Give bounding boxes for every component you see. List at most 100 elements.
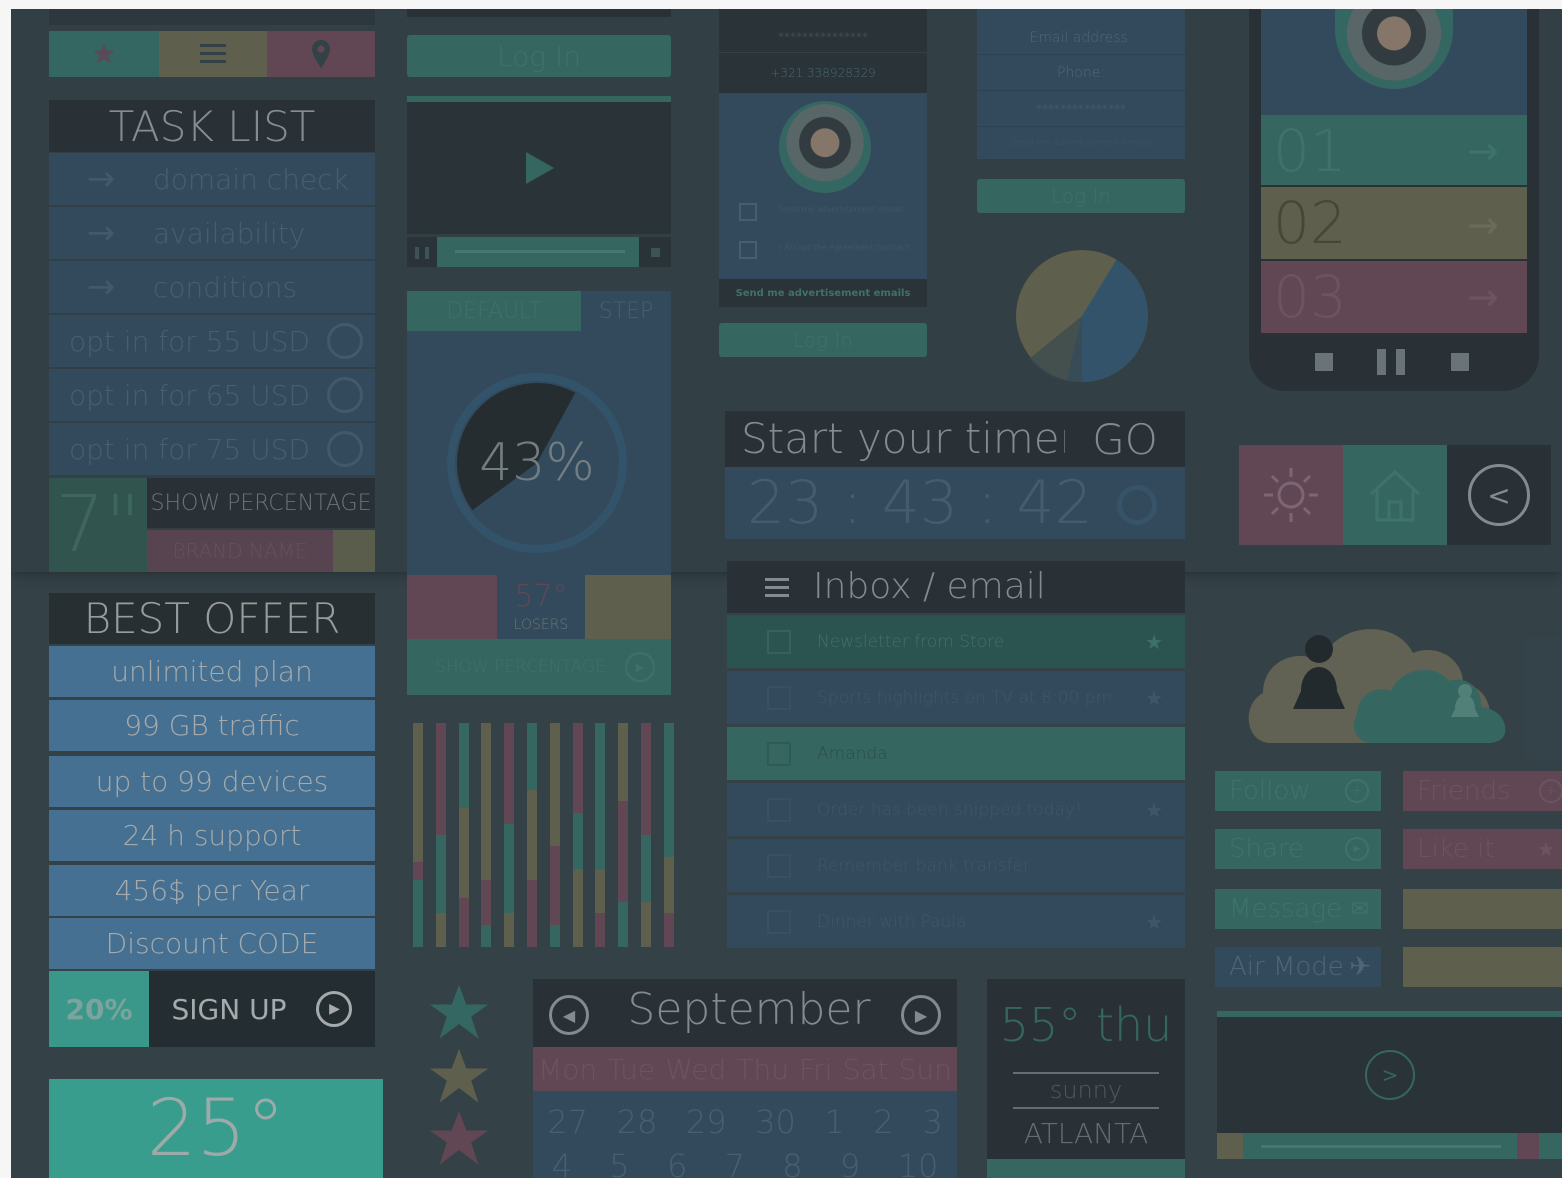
star-icon[interactable] bbox=[429, 985, 489, 1041]
video-seek-bar[interactable] bbox=[455, 250, 625, 253]
mail-checkbox[interactable] bbox=[767, 741, 791, 766]
tile-home[interactable] bbox=[1343, 445, 1447, 545]
mail-row[interactable]: Sports highlights on TV at 8:00 pm ★ bbox=[727, 671, 1185, 724]
option-row[interactable]: opt in for 55 USD bbox=[49, 315, 375, 367]
password-field[interactable]: *************** bbox=[977, 91, 1185, 127]
stacked-bar-segment bbox=[435, 835, 446, 914]
calendar-day[interactable]: 1 bbox=[824, 1103, 844, 1141]
checkbox-advertise[interactable] bbox=[739, 203, 757, 221]
tab-step[interactable]: STEP bbox=[581, 291, 671, 331]
menu-icon[interactable] bbox=[765, 575, 789, 599]
stacked-bar-segment bbox=[481, 879, 492, 925]
task-item[interactable]: → conditions bbox=[49, 261, 375, 313]
timer-go-button[interactable]: GO bbox=[1065, 411, 1185, 467]
icon-tab-pin[interactable] bbox=[267, 31, 375, 77]
mail-row[interactable]: Order has been shipped today! ★ bbox=[727, 783, 1185, 836]
star-icon[interactable] bbox=[429, 1049, 489, 1105]
stop-icon[interactable] bbox=[1315, 353, 1333, 371]
pause-icon[interactable] bbox=[1377, 349, 1405, 375]
calendar-day[interactable]: 2 bbox=[873, 1103, 893, 1141]
next-month-button[interactable]: ▶ bbox=[901, 995, 941, 1035]
offer-feature: unlimited plan bbox=[49, 646, 375, 697]
phone-field[interactable]: Phone: bbox=[977, 55, 1185, 91]
calendar-day[interactable]: 8 bbox=[782, 1147, 802, 1178]
email-field[interactable]: Email address: bbox=[977, 21, 1185, 55]
icon-tab-star[interactable] bbox=[49, 31, 159, 77]
friends-button[interactable]: Friends + bbox=[1403, 771, 1562, 811]
mail-checkbox[interactable] bbox=[767, 853, 791, 878]
stop-icon[interactable] bbox=[639, 237, 671, 267]
message-button[interactable]: Message ✉ bbox=[1215, 889, 1381, 929]
profile-login-button[interactable]: Log In bbox=[719, 323, 927, 357]
mail-checkbox[interactable] bbox=[767, 797, 791, 822]
mail-checkbox[interactable] bbox=[767, 685, 791, 710]
mail-row[interactable]: Dinner with Paula ★ bbox=[727, 895, 1185, 948]
star-icon[interactable]: ★ bbox=[1145, 798, 1163, 822]
task-item[interactable]: → availability bbox=[49, 207, 375, 259]
password-field[interactable]: *************** bbox=[719, 21, 927, 53]
pause-icon[interactable]: ❚❚ bbox=[407, 237, 437, 267]
weather-divider bbox=[1013, 1107, 1159, 1109]
calendar-day[interactable]: 3 bbox=[922, 1103, 942, 1141]
signup-button[interactable]: SIGN UP ▶ bbox=[149, 971, 375, 1047]
video-seek-bar[interactable] bbox=[1261, 1145, 1501, 1148]
follow-button[interactable]: Follow + bbox=[1215, 771, 1381, 811]
prev-month-button[interactable]: ◀ bbox=[549, 995, 589, 1035]
mail-row[interactable]: Remember bank transfer bbox=[727, 839, 1185, 892]
icon-tab-menu[interactable] bbox=[159, 31, 267, 77]
register-login-button[interactable]: Log In bbox=[977, 179, 1185, 213]
stop-icon[interactable] bbox=[1451, 353, 1469, 371]
star-icon[interactable] bbox=[429, 1111, 489, 1167]
calendar-day[interactable]: 10 bbox=[898, 1147, 939, 1178]
star-icon[interactable]: ★ bbox=[1145, 686, 1163, 710]
tile-sun[interactable] bbox=[1239, 445, 1343, 545]
play-icon[interactable] bbox=[524, 152, 554, 184]
star-icon[interactable]: ★ bbox=[1145, 910, 1163, 934]
tile-back[interactable]: < bbox=[1447, 445, 1551, 545]
mail-checkbox[interactable] bbox=[767, 629, 791, 654]
calendar-day[interactable]: 27 bbox=[547, 1103, 588, 1141]
timer-ring-icon[interactable] bbox=[1117, 485, 1157, 525]
option-label: opt in for 75 USD bbox=[69, 432, 310, 466]
calendar-month: September bbox=[627, 983, 871, 1035]
option-row[interactable]: opt in for 65 USD bbox=[49, 369, 375, 421]
calendar-day[interactable]: 4 bbox=[552, 1147, 572, 1178]
video-player[interactable]: > bbox=[1217, 1017, 1562, 1133]
play-circle-icon: ▶ bbox=[316, 991, 353, 1027]
share-button[interactable]: Share ▶ bbox=[1215, 829, 1381, 869]
tab-default[interactable]: DEFAULT bbox=[407, 291, 581, 331]
checkbox-agreement[interactable] bbox=[739, 241, 757, 259]
radio-button[interactable] bbox=[327, 323, 363, 359]
stacked-bar-segment bbox=[435, 723, 446, 835]
calendar-day[interactable]: 29 bbox=[686, 1103, 727, 1141]
calendar-day[interactable]: 9 bbox=[840, 1147, 860, 1178]
calendar-day[interactable]: 6 bbox=[667, 1147, 687, 1178]
phone-field[interactable]: +321 338928329 bbox=[719, 57, 927, 89]
play-circle-icon[interactable]: > bbox=[1365, 1050, 1415, 1100]
calendar-day[interactable]: 28 bbox=[617, 1103, 658, 1141]
task-item[interactable]: → domain check bbox=[49, 153, 375, 205]
stacked-bar-segment bbox=[618, 902, 629, 947]
social-button-blank[interactable] bbox=[1403, 889, 1562, 929]
calendar-day[interactable]: 7 bbox=[725, 1147, 745, 1178]
brand-accent bbox=[333, 530, 375, 572]
like-button[interactable]: Like it ★ bbox=[1403, 829, 1562, 869]
show-percentage-button[interactable]: SHOW PERCENTAGE ▶ bbox=[407, 639, 671, 695]
avatar[interactable] bbox=[779, 101, 871, 193]
option-row[interactable]: opt in for 75 USD bbox=[49, 423, 375, 475]
arrow-right-icon[interactable]: → bbox=[1467, 203, 1499, 247]
radio-button[interactable] bbox=[327, 377, 363, 413]
star-icon[interactable]: ★ bbox=[1145, 630, 1163, 654]
login-button[interactable]: Log In bbox=[407, 35, 671, 77]
social-button-blank[interactable] bbox=[1403, 947, 1562, 987]
mail-checkbox[interactable] bbox=[767, 909, 791, 934]
calendar-day[interactable]: 5 bbox=[609, 1147, 629, 1178]
air-mode-button[interactable]: Air Mode ✈ bbox=[1215, 947, 1381, 987]
arrow-right-icon[interactable]: → bbox=[1467, 129, 1499, 173]
video-player[interactable] bbox=[407, 102, 671, 234]
radio-button[interactable] bbox=[327, 431, 363, 467]
calendar-day[interactable]: 30 bbox=[755, 1103, 796, 1141]
mail-row[interactable]: Amanda bbox=[727, 727, 1185, 780]
mail-row[interactable]: Newsletter from Store ★ bbox=[727, 615, 1185, 668]
arrow-right-icon[interactable]: → bbox=[1467, 275, 1499, 319]
